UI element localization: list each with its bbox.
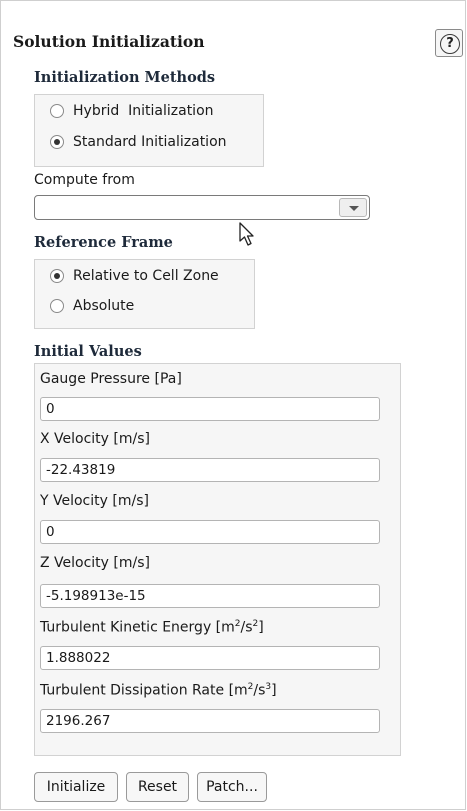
radio-hybrid-initialization[interactable]: Hybrid Initialization [50, 103, 214, 119]
turbulent-kinetic-energy-label: Turbulent Kinetic Energy [m2/s2] [40, 619, 264, 636]
patch-button[interactable]: Patch... [197, 772, 267, 802]
gauge-pressure-label: Gauge Pressure [Pa] [40, 371, 182, 387]
initialization-methods-heading: Initialization Methods [34, 69, 216, 86]
y-velocity-input[interactable]: 0 [40, 520, 380, 544]
solution-initialization-panel: Solution Initialization ? Initialization… [0, 0, 466, 810]
chevron-down-icon[interactable] [339, 198, 367, 217]
radio-label: Hybrid Initialization [73, 103, 214, 119]
radio-label: Relative to Cell Zone [73, 268, 219, 284]
panel-title: Solution Initialization [13, 32, 205, 51]
radio-absolute[interactable]: Absolute [50, 298, 134, 314]
z-velocity-input[interactable]: -5.198913e-15 [40, 584, 380, 608]
radio-button-selected-icon[interactable] [50, 135, 64, 149]
help-icon: ? [440, 34, 460, 54]
initialize-button[interactable]: Initialize [34, 772, 118, 802]
radio-button-selected-icon[interactable] [50, 269, 64, 283]
compute-from-dropdown[interactable] [34, 195, 370, 220]
radio-label: Standard Initialization [73, 134, 227, 150]
turbulent-kinetic-energy-input[interactable]: 1.888022 [40, 646, 380, 670]
turbulent-dissipation-rate-label: Turbulent Dissipation Rate [m2/s3] [40, 682, 277, 699]
initial-values-heading: Initial Values [34, 343, 142, 360]
reference-frame-heading: Reference Frame [34, 234, 173, 251]
radio-button-icon[interactable] [50, 299, 64, 313]
reset-button[interactable]: Reset [126, 772, 189, 802]
mouse-pointer-icon [239, 222, 254, 246]
z-velocity-label: Z Velocity [m/s] [40, 555, 150, 571]
y-velocity-label: Y Velocity [m/s] [40, 493, 149, 509]
gauge-pressure-input[interactable]: 0 [40, 397, 380, 421]
x-velocity-input[interactable]: -22.43819 [40, 458, 380, 482]
radio-standard-initialization[interactable]: Standard Initialization [50, 134, 227, 150]
radio-label: Absolute [73, 298, 135, 314]
x-velocity-label: X Velocity [m/s] [40, 431, 150, 447]
help-button[interactable]: ? [435, 29, 463, 57]
radio-relative-to-cell-zone[interactable]: Relative to Cell Zone [50, 268, 219, 284]
radio-button-icon[interactable] [50, 104, 64, 118]
turbulent-dissipation-rate-input[interactable]: 2196.267 [40, 709, 380, 733]
compute-from-label: Compute from [34, 172, 135, 188]
